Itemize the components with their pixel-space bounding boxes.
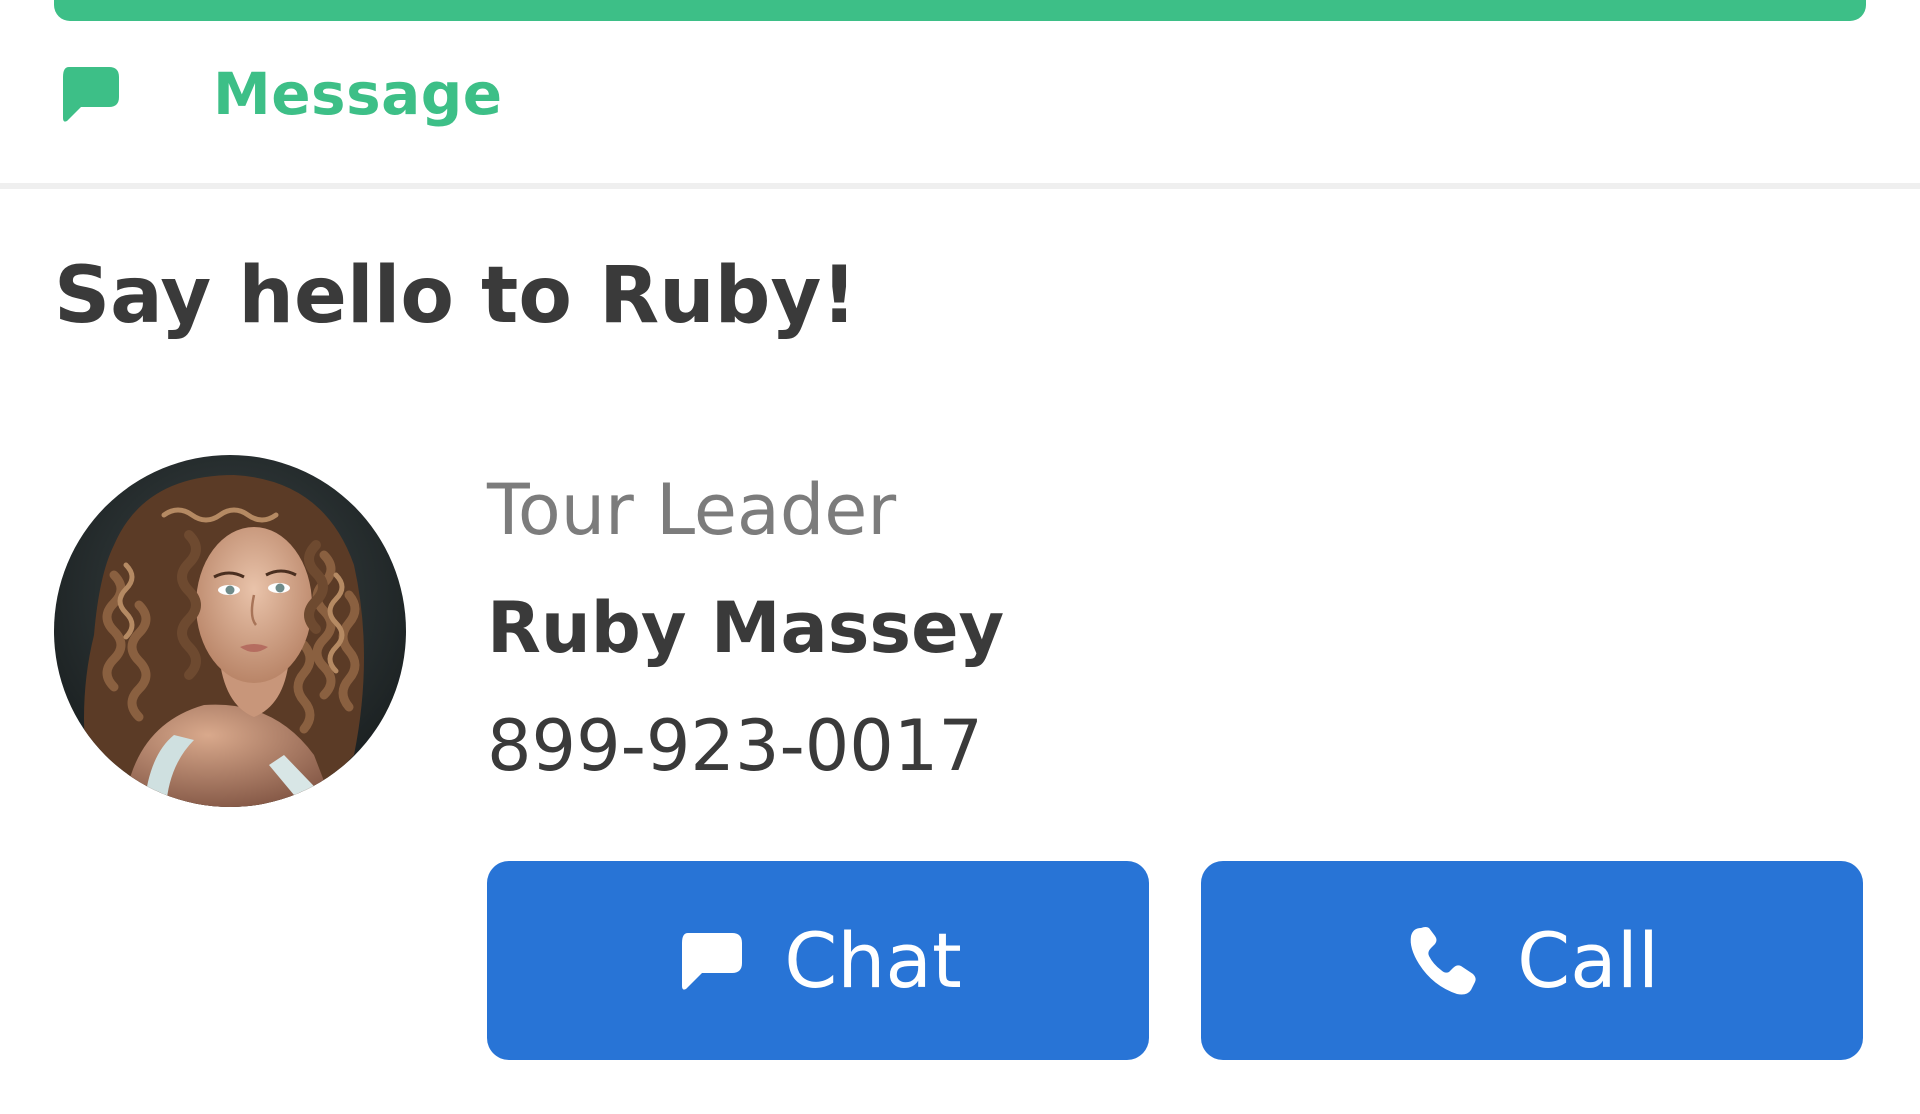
contact-phone[interactable]: 899-923-0017 — [487, 704, 1004, 788]
chat-button-label: Chat — [784, 915, 962, 1005]
phone-icon — [1405, 924, 1479, 998]
contact-info: Tour Leader Ruby Massey 899-923-0017 — [487, 468, 1004, 788]
avatar-photo — [54, 455, 406, 807]
chat-button[interactable]: Chat — [487, 861, 1149, 1060]
primary-action-button-edge[interactable] — [54, 0, 1866, 21]
contact-name: Ruby Massey — [487, 587, 1005, 669]
call-button-label: Call — [1517, 915, 1659, 1005]
chat-bubble-icon — [674, 929, 746, 993]
avatar — [54, 455, 406, 807]
contact-page: Message Say hello to Ruby! Tour Leader R… — [0, 0, 1920, 1114]
section-heading: Say hello to Ruby! — [54, 251, 857, 341]
message-link[interactable]: Message — [57, 60, 503, 128]
message-label: Message — [213, 60, 503, 128]
section-divider — [0, 183, 1920, 189]
call-button[interactable]: Call — [1201, 861, 1863, 1060]
chat-bubble-icon — [57, 64, 121, 124]
contact-role: Tour Leader — [487, 469, 897, 551]
